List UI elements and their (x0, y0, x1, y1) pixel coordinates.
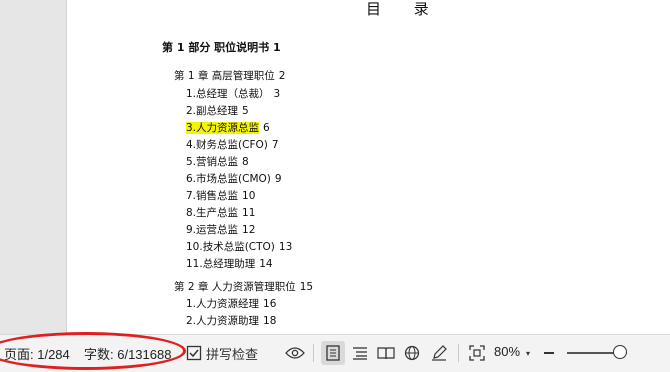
entry-label: 4.财务总监(CFO) (186, 139, 268, 151)
page-view-button[interactable] (321, 341, 345, 365)
spell-check-button[interactable]: 拼写检查 (186, 341, 264, 365)
toc-entry-highlighted: 3.人力资源总监 6 (186, 120, 270, 135)
spell-check-label: 拼写检查 (206, 346, 259, 362)
toc-entry: 11.总经理助理 14 (186, 256, 273, 271)
entry-page: 14 (259, 258, 273, 270)
toc-entry: 8.生产总监 11 (186, 205, 255, 220)
toc-part-heading: 第 1 部分 职位说明书 1 (162, 41, 281, 54)
word-count[interactable]: 字数: 6/131688 (84, 344, 171, 363)
entry-page: 16 (263, 298, 277, 310)
entry-label-highlighted: 3.人力资源总监 (186, 122, 260, 134)
toc-entry: 1.总经理（总裁） 3 (186, 86, 280, 101)
entry-page: 3 (273, 88, 281, 100)
entry-label: 1.总经理（总裁） (186, 88, 270, 100)
toc-entry: 9.运营总监 12 (186, 222, 255, 237)
entry-page: 9 (274, 173, 282, 185)
entry-label: 1.人力资源经理 (186, 298, 260, 310)
toc-entry: 6.市场总监(CMO) 9 (186, 171, 282, 186)
zoom-level[interactable]: 80% (494, 344, 520, 359)
entry-page: 10 (242, 190, 256, 202)
toc-title: 目 录 (366, 0, 443, 18)
page-indicator[interactable]: 页面: 1/284 (4, 344, 70, 363)
status-divider (313, 344, 314, 362)
status-bar: 页面: 1/284 字数: 6/131688 拼写检查 80% ▾ (0, 334, 670, 372)
entry-label: 11.总经理助理 (186, 258, 256, 270)
fit-page-button[interactable] (466, 341, 488, 365)
entry-page: 5 (242, 105, 249, 117)
toc-entry: 1.人力资源经理 16 (186, 296, 276, 311)
pen-icon (431, 345, 447, 361)
toc-chapter-1: 第 1 章 高层管理职位 2 (174, 68, 285, 83)
entry-label: 2.人力资源助理 (186, 315, 260, 327)
chapter-page: 15 (299, 281, 314, 293)
web-view-icon (404, 345, 420, 361)
status-divider (458, 344, 459, 362)
chapter-label: 第 1 章 高层管理职位 (174, 70, 275, 82)
entry-page: 7 (271, 139, 279, 151)
zoom-dropdown-icon: ▾ (525, 348, 530, 358)
web-view-button[interactable] (401, 341, 423, 365)
zoom-out-button[interactable] (541, 341, 557, 365)
fit-icon (469, 345, 485, 361)
entry-page: 11 (242, 207, 256, 219)
entry-label: 8.生产总监 (186, 207, 239, 219)
zoom-slider-thumb[interactable] (613, 345, 627, 359)
entry-page: 13 (278, 241, 293, 253)
page-view-icon (326, 345, 340, 361)
toc-entry: 4.财务总监(CFO) 7 (186, 137, 279, 152)
reading-view-icon (377, 346, 395, 360)
document-area: 目 录 第 1 部分 职位说明书 1 第 1 章 高层管理职位 2 1.总经理（总… (0, 0, 670, 334)
toc-entry: 2.副总经理 5 (186, 103, 249, 118)
entry-label: 6.市场总监(CMO) (186, 173, 271, 185)
spellcheck-icon (186, 345, 202, 361)
toc-entry: 2.人力资源助理 18 (186, 313, 276, 328)
entry-label: 7.销售总监 (186, 190, 239, 202)
outline-view-button[interactable] (349, 341, 371, 365)
writing-mode-button[interactable] (428, 341, 450, 365)
chapter-label: 第 2 章 人力资源管理职位 (174, 281, 296, 293)
outline-view-icon (352, 346, 368, 360)
entry-label: 9.运营总监 (186, 224, 239, 236)
entry-page: 6 (263, 122, 270, 134)
toc-chapter-2: 第 2 章 人力资源管理职位 15 (174, 279, 313, 294)
toc-entry: 5.营销总监 8 (186, 154, 249, 169)
entry-page: 18 (263, 315, 277, 327)
chapter-page: 2 (278, 70, 286, 82)
entry-page: 12 (242, 224, 256, 236)
eye-protection-button[interactable] (284, 341, 306, 365)
toc-entry: 10.技术总监(CTO) 13 (186, 239, 292, 254)
document-page[interactable] (66, 0, 670, 334)
entry-page: 8 (242, 156, 249, 168)
toc-entry: 7.销售总监 10 (186, 188, 255, 203)
eye-icon (285, 346, 305, 360)
reading-view-button[interactable] (375, 341, 397, 365)
entry-label: 2.副总经理 (186, 105, 239, 117)
zoom-out-icon (544, 352, 554, 354)
entry-label: 5.营销总监 (186, 156, 239, 168)
entry-label: 10.技术总监(CTO) (186, 241, 275, 253)
zoom-dropdown[interactable]: ▾ (522, 341, 534, 365)
